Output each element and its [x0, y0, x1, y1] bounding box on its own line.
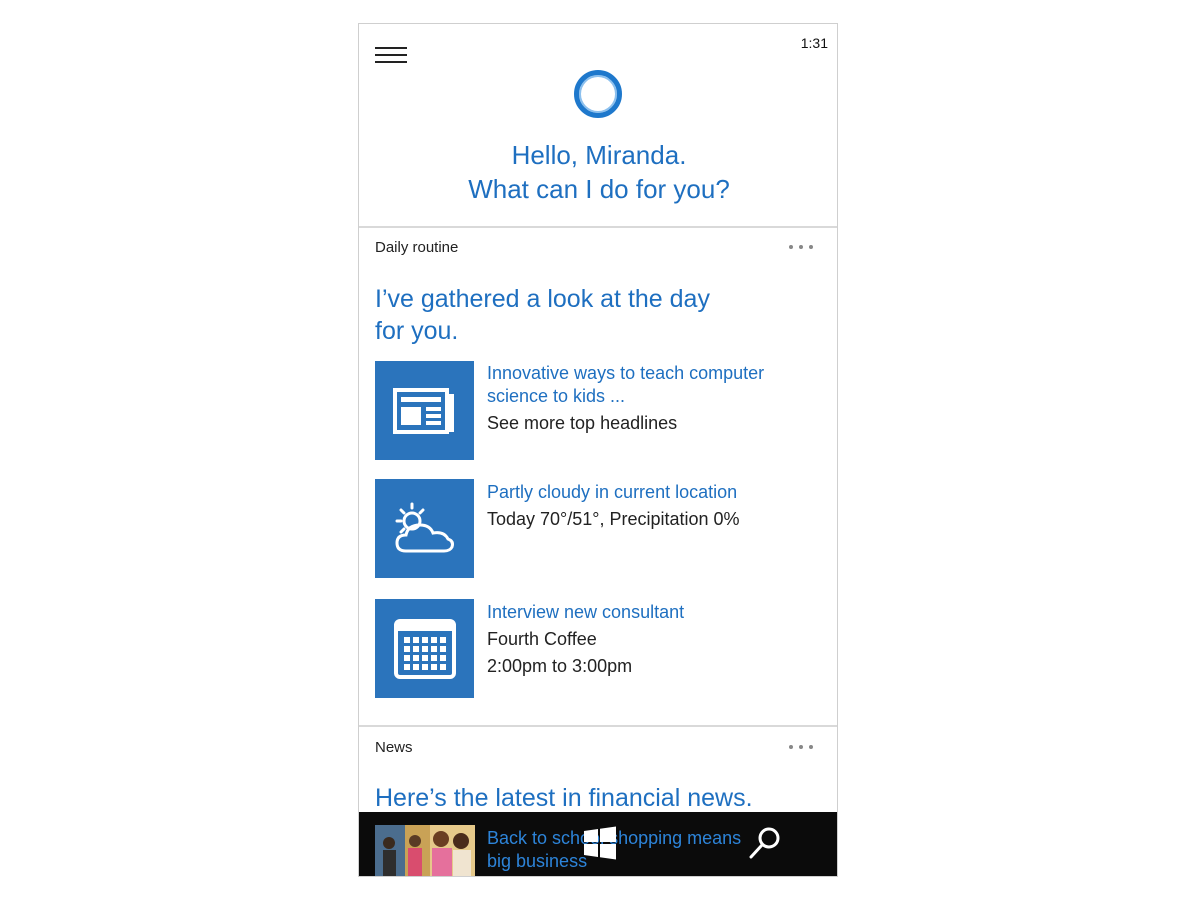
news-item-link-line-2[interactable]: science to kids ...: [487, 385, 625, 408]
search-icon: [749, 827, 780, 859]
news-item-subtext[interactable]: See more top headlines: [487, 410, 677, 436]
newspaper-icon: [392, 387, 454, 434]
news-thumbnail[interactable]: [375, 825, 475, 876]
greeting-line-2: What can I do for you?: [468, 174, 730, 204]
daily-routine-label: Daily routine: [375, 239, 459, 256]
daily-routine-more-icon[interactable]: [787, 242, 815, 252]
greeting-line-1: Hello, Miranda.: [511, 140, 687, 170]
daily-routine-headline-line-1: I’ve gathered a look at the day: [375, 285, 710, 313]
weather-tile[interactable]: [375, 479, 474, 578]
news-more-icon[interactable]: [787, 742, 815, 752]
search-button[interactable]: [747, 825, 783, 866]
daily-routine-headline-line-2: for you.: [375, 317, 459, 345]
calendar-tile[interactable]: [375, 599, 474, 698]
section-divider: [359, 725, 837, 727]
windows-logo-icon: [584, 826, 616, 860]
calendar-item-subtext-2[interactable]: 2:00pm to 3:00pm: [487, 653, 632, 679]
status-time: 1:31: [800, 35, 828, 51]
news-photo-image: [375, 825, 475, 876]
partly-cloudy-icon: [394, 502, 454, 552]
weather-item-link[interactable]: Partly cloudy in current location: [487, 481, 737, 504]
section-divider: [359, 226, 837, 228]
calendar-item-subtext-1[interactable]: Fourth Coffee: [487, 626, 597, 652]
weather-item-subtext[interactable]: Today 70°/51°, Precipitation 0%: [487, 506, 740, 532]
news-item-link-line-1[interactable]: Innovative ways to teach computer: [487, 362, 764, 385]
hamburger-menu-icon[interactable]: [375, 47, 407, 65]
windows-start-button[interactable]: [583, 826, 617, 865]
newspaper-tile[interactable]: [375, 361, 474, 460]
calendar-item-link[interactable]: Interview new consultant: [487, 601, 684, 624]
taskbar: Back to school shopping means big busine…: [359, 812, 837, 876]
news-article-link-line-2[interactable]: big business: [487, 850, 587, 873]
calendar-icon: [393, 618, 456, 679]
cortana-ring-icon[interactable]: [574, 70, 622, 118]
cortana-panel: 1:31 Hello, Miranda. What can I do for y…: [358, 23, 838, 877]
news-section-label: News: [375, 739, 413, 756]
news-headline: Here’s the latest in financial news.: [375, 784, 753, 812]
